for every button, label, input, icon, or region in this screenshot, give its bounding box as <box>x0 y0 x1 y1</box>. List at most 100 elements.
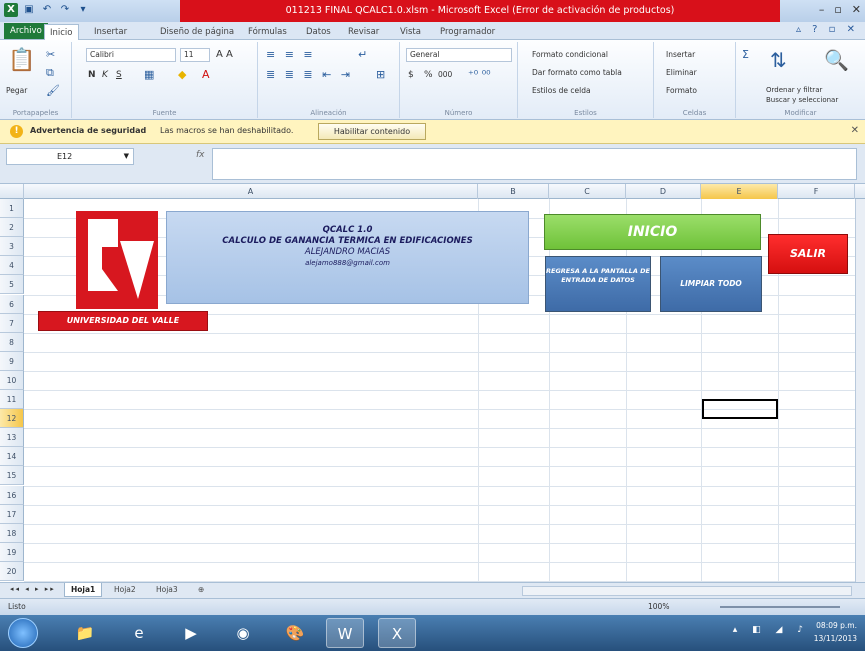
percent-button[interactable]: % <box>424 70 433 80</box>
horizontal-scrollbar[interactable] <box>522 586 852 596</box>
tab-diseno-pagina[interactable]: Diseño de página <box>160 24 234 40</box>
word-icon[interactable]: W <box>326 618 364 648</box>
clock-time[interactable]: 08:09 p.m. <box>814 619 857 632</box>
save-icon[interactable]: ▣ <box>22 3 36 17</box>
currency-button[interactable]: $ <box>408 70 414 80</box>
fill-color-icon[interactable]: ◆ <box>178 68 186 81</box>
worksheet-grid[interactable]: A B C D E F 1 2 3 4 5 6 7 8 9 10 11 12 13 14 15 16 17 18 1… <box>0 184 865 582</box>
undo-icon[interactable]: ↶ <box>40 3 54 17</box>
minimize-button[interactable]: – <box>819 3 825 16</box>
zoom-slider[interactable] <box>720 606 840 608</box>
explorer-icon[interactable]: 📁 <box>66 618 104 648</box>
close-button[interactable]: ✕ <box>852 3 861 16</box>
format-cells-button[interactable]: Formato <box>666 86 697 95</box>
bold-button[interactable]: N <box>88 70 96 80</box>
media-icon[interactable]: ▶ <box>172 618 210 648</box>
sheet-tab-hoja3[interactable]: Hoja3 <box>150 583 184 597</box>
decimal-icons[interactable]: ⁺⁰ ⁰⁰ <box>468 68 491 81</box>
selected-cell-e12[interactable] <box>702 399 778 419</box>
cut-icon[interactable]: ✂ <box>46 48 55 61</box>
row-header-17[interactable]: 17 <box>0 504 24 524</box>
grow-font-icon[interactable]: A A <box>216 49 233 60</box>
tab-archivo[interactable]: Archivo <box>4 23 48 39</box>
underline-button[interactable]: S <box>116 70 122 80</box>
borders-icon[interactable]: ▦ <box>144 68 154 81</box>
sheet-tab-hoja1[interactable]: Hoja1 <box>64 583 103 597</box>
sort-filter-icon[interactable]: ⇅ <box>770 48 787 72</box>
column-header-c[interactable]: C <box>549 184 626 199</box>
row-header-14[interactable]: 14 <box>0 447 24 467</box>
zoom-level[interactable]: 100% <box>648 602 669 611</box>
name-box[interactable]: E12 ▼ <box>6 148 134 165</box>
tab-inicio[interactable]: Inicio <box>44 24 79 40</box>
insert-sheet-icon[interactable]: ⊕ <box>192 583 210 597</box>
ribbon-help-icons[interactable]: ▵ ? ▫ ✕ <box>796 24 859 35</box>
column-header-e[interactable]: E <box>701 184 778 199</box>
sheet-tab-hoja2[interactable]: Hoja2 <box>108 583 142 597</box>
row-header-10[interactable]: 10 <box>0 370 24 390</box>
vertical-scrollbar[interactable] <box>855 199 865 582</box>
paste-button[interactable]: Pegar <box>6 86 27 95</box>
align-top-icons[interactable]: ≡ ≡ ≡ <box>266 48 316 61</box>
paste-icon[interactable]: 📋 <box>8 48 35 73</box>
insert-function-icon[interactable]: fx <box>196 150 205 160</box>
formula-input[interactable] <box>212 148 857 180</box>
row-header-12[interactable]: 12 <box>0 409 24 429</box>
conditional-format-button[interactable]: Formato condicional <box>532 50 608 59</box>
row-header-8[interactable]: 8 <box>0 332 24 352</box>
column-header-f[interactable]: F <box>778 184 855 199</box>
row-header-1[interactable]: 1 <box>0 199 24 219</box>
wrap-text-icon[interactable]: ↵ <box>358 48 367 61</box>
row-header-2[interactable]: 2 <box>0 218 24 238</box>
column-header-d[interactable]: D <box>626 184 701 199</box>
chrome-icon[interactable]: ◉ <box>224 618 262 648</box>
font-size-select[interactable]: 11 <box>180 48 210 62</box>
font-name-select[interactable]: Calibri <box>86 48 176 62</box>
enable-content-button[interactable]: Habilitar contenido <box>318 123 426 140</box>
tab-revisar[interactable]: Revisar <box>348 24 379 40</box>
row-header-5[interactable]: 5 <box>0 275 24 295</box>
regresa-button[interactable]: REGRESA A LA PANTALLA DE ENTRADA DE DATO… <box>545 256 651 312</box>
copy-icon[interactable]: ⧉ <box>46 66 54 80</box>
tray-icons[interactable]: ▴ ◧ ◢ ♪ <box>733 624 809 637</box>
row-header-9[interactable]: 9 <box>0 351 24 371</box>
customize-qat-icon[interactable]: ▾ <box>76 3 90 17</box>
limpiar-todo-button[interactable]: LIMPIAR TODO <box>660 256 762 312</box>
tab-formulas[interactable]: Fórmulas <box>248 24 287 40</box>
row-header-15[interactable]: 15 <box>0 466 24 486</box>
sort-filter-button[interactable]: Ordenar y filtrar <box>766 86 822 94</box>
find-select-button[interactable]: Buscar y seleccionar <box>766 96 838 104</box>
column-header-b[interactable]: B <box>478 184 549 199</box>
cell-styles-button[interactable]: Estilos de celda <box>532 86 591 95</box>
row-header-16[interactable]: 16 <box>0 485 24 505</box>
format-painter-icon[interactable]: 🖌 <box>46 84 60 97</box>
maximize-button[interactable]: ▫ <box>834 3 841 16</box>
row-header-6[interactable]: 6 <box>0 294 24 314</box>
clock-date[interactable]: 13/11/2013 <box>814 632 857 645</box>
row-header-4[interactable]: 4 <box>0 256 24 276</box>
insert-cells-button[interactable]: Insertar <box>666 50 695 59</box>
align-text-icons[interactable]: ≣ ≣ ≣ ⇤ ⇥ <box>266 68 353 81</box>
tab-insertar[interactable]: Insertar <box>94 24 127 40</box>
select-all-corner[interactable] <box>0 184 24 199</box>
close-security-bar-icon[interactable]: ✕ <box>851 125 859 136</box>
merge-center-icon[interactable]: ⊞ <box>376 68 385 81</box>
delete-cells-button[interactable]: Eliminar <box>666 68 697 77</box>
row-header-19[interactable]: 19 <box>0 542 24 562</box>
format-table-button[interactable]: Dar formato como tabla <box>532 68 622 77</box>
sheet-nav-arrows-icon[interactable]: ◂◂ ◂ ▸ ▸▸ <box>10 585 56 593</box>
redo-icon[interactable]: ↷ <box>58 3 72 17</box>
paint-icon[interactable]: 🎨 <box>276 618 314 648</box>
tab-programador[interactable]: Programador <box>440 24 495 40</box>
thousands-button[interactable]: 000 <box>438 70 452 79</box>
row-header-3[interactable]: 3 <box>0 237 24 257</box>
font-color-icon[interactable]: A <box>202 68 210 81</box>
row-header-18[interactable]: 18 <box>0 523 24 543</box>
autosum-icon[interactable]: Σ <box>742 48 749 61</box>
salir-button[interactable]: SALIR <box>768 234 848 274</box>
row-header-11[interactable]: 11 <box>0 390 24 410</box>
tab-vista[interactable]: Vista <box>400 24 421 40</box>
tab-datos[interactable]: Datos <box>306 24 331 40</box>
start-button[interactable] <box>8 618 38 648</box>
number-format-select[interactable]: General <box>406 48 512 62</box>
